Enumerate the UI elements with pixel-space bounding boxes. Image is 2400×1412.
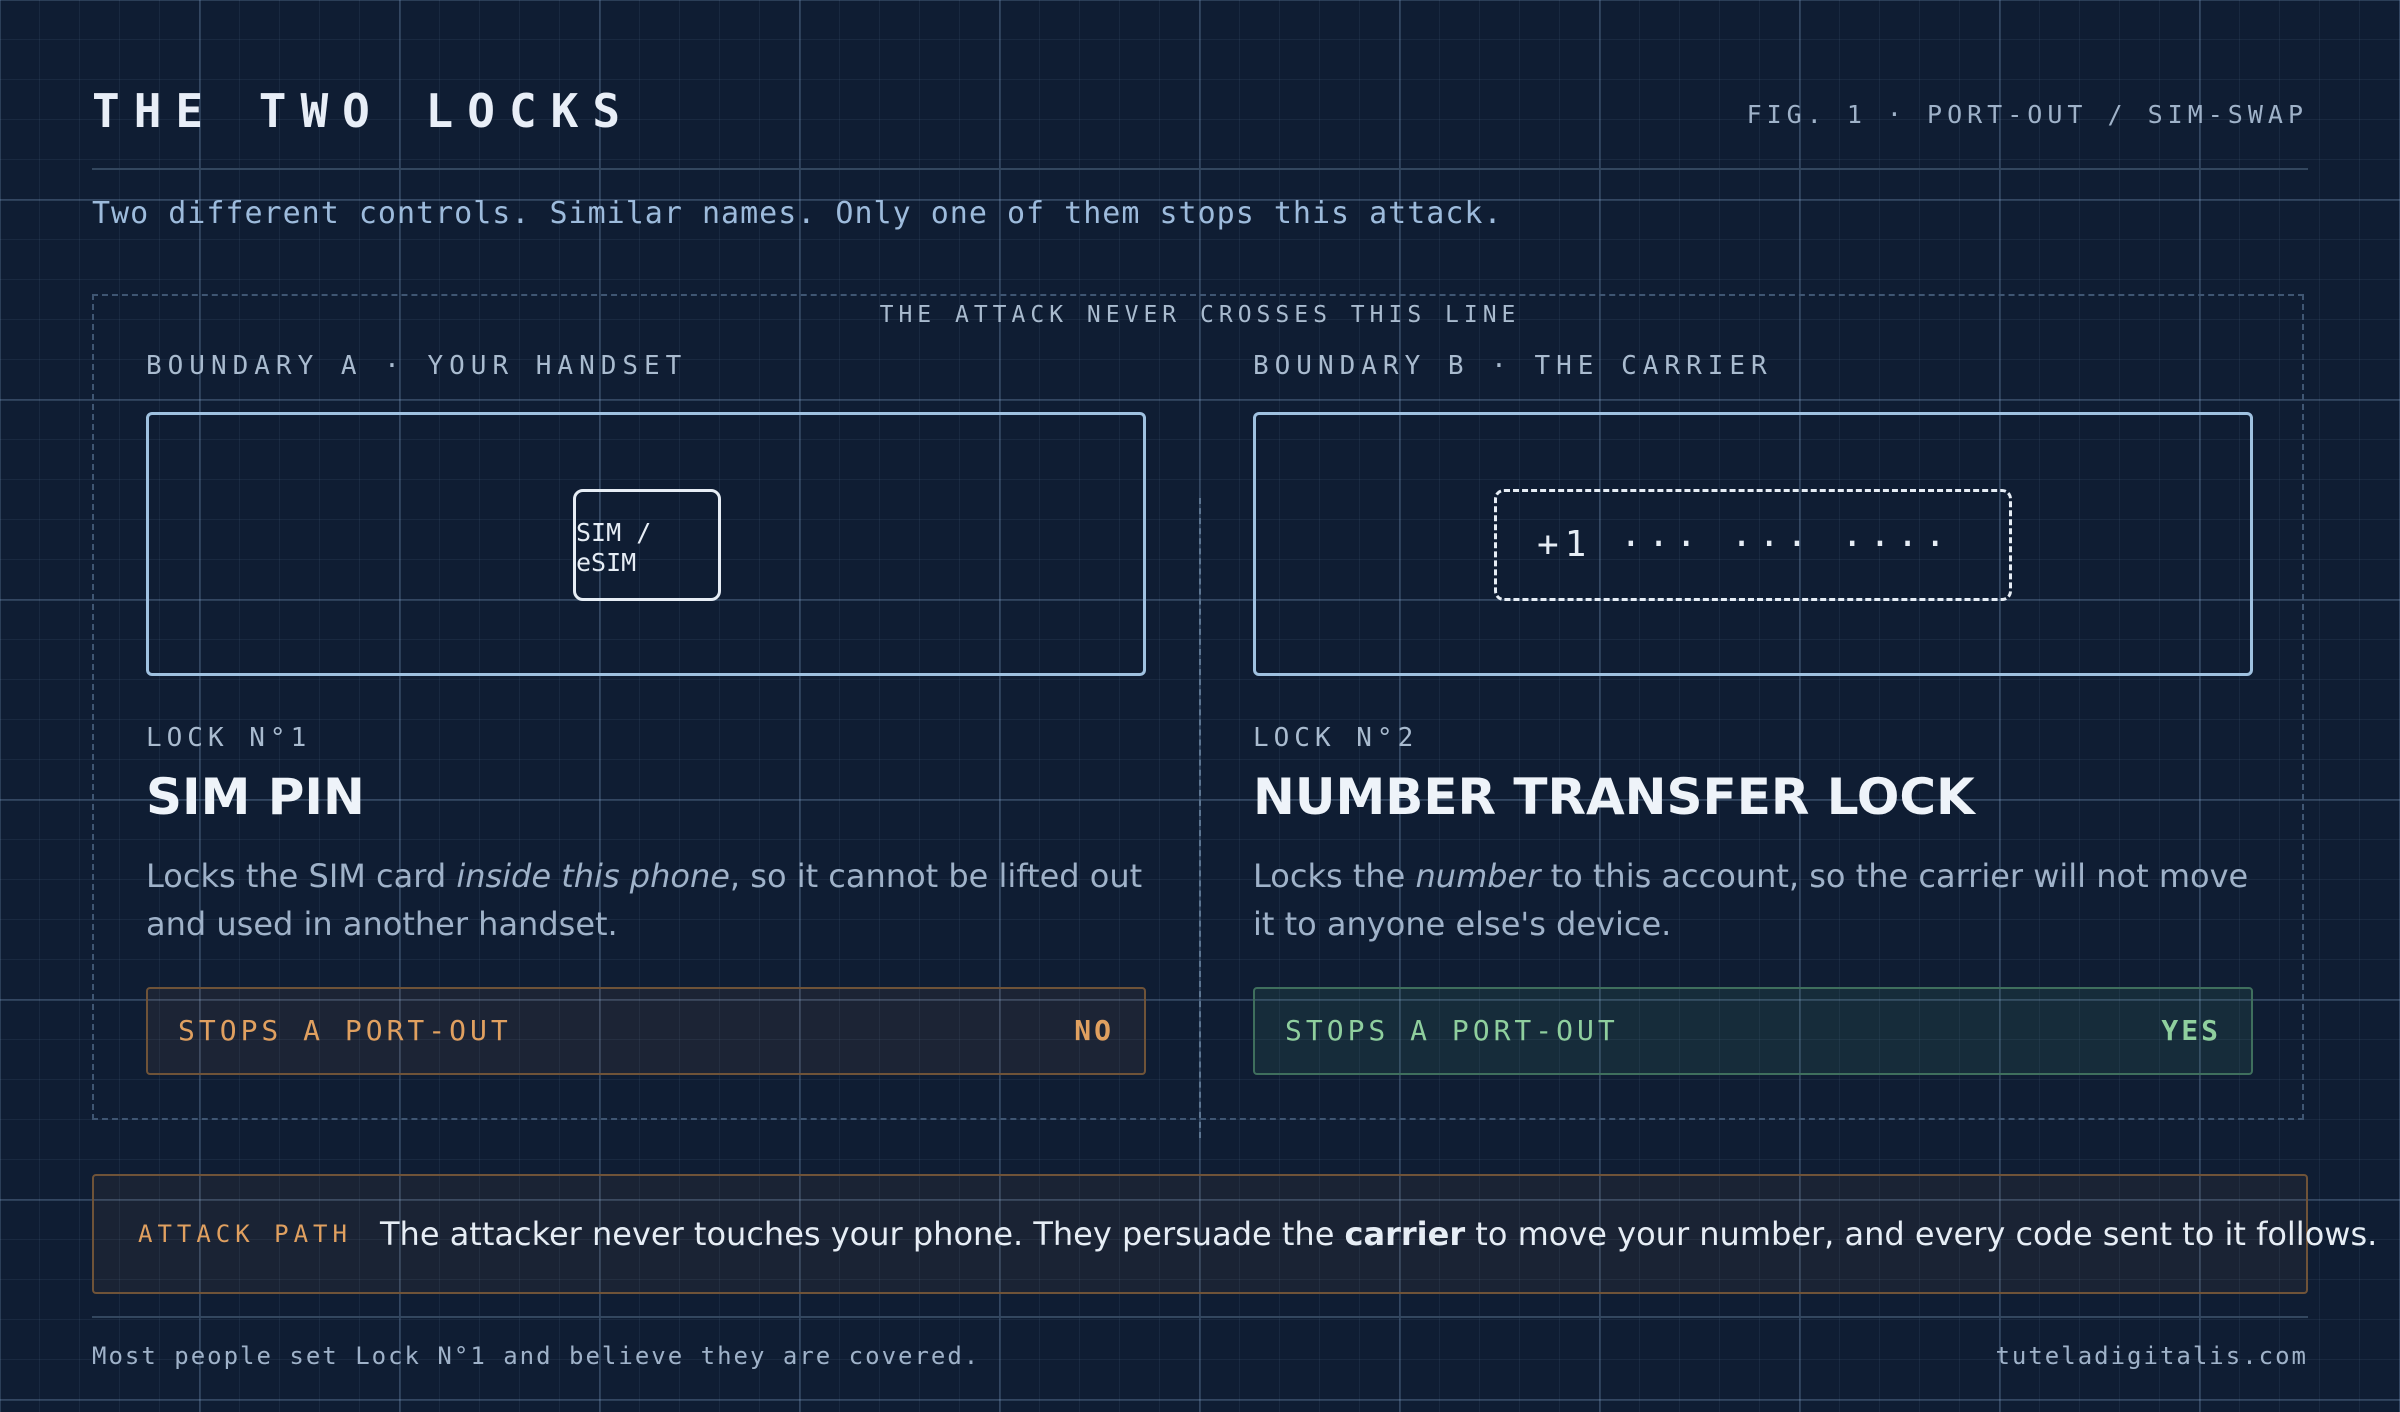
lock-1-stops-value: NO bbox=[1074, 1014, 1114, 1047]
attack-path-text: The attacker never touches your phone. T… bbox=[380, 1176, 2377, 1292]
attack-text-end: to move your number, and every code sent… bbox=[1465, 1215, 2378, 1253]
page-title: THE TWO LOCKS bbox=[92, 84, 635, 138]
attack-path-callout: ATTACK PATH The attacker never touches y… bbox=[92, 1174, 2377, 1294]
lock-2-number: LOCK N°2 bbox=[1253, 723, 1419, 753]
sim-label-line1: SIM / bbox=[576, 518, 652, 547]
boundary-b-label: BOUNDARY B · THE CARRIER bbox=[1253, 351, 1773, 381]
lock-1-desc-start: Locks the SIM card bbox=[146, 857, 457, 895]
boundary-divider-line bbox=[1199, 498, 1201, 1138]
boundary-a-label: BOUNDARY A · YOUR HANDSET bbox=[146, 351, 688, 381]
lock-2-stops-label: STOPS A PORT-OUT bbox=[1285, 1014, 1619, 1047]
lock-1-description: Locks the SIM card inside this phone, so… bbox=[146, 852, 1156, 948]
lock-2-name: NUMBER TRANSFER LOCK bbox=[1253, 768, 1975, 826]
lock-1-name: SIM PIN bbox=[146, 768, 365, 826]
sim-chip-icon: SIM / eSIM bbox=[573, 489, 721, 601]
sim-label-line2: eSIM bbox=[576, 548, 637, 577]
attack-path-label: ATTACK PATH bbox=[138, 1220, 352, 1248]
lock-2-stops-badge: STOPS A PORT-OUT YES bbox=[1253, 987, 2253, 1075]
lock-2-desc-start: Locks the bbox=[1253, 857, 1416, 895]
divider-label: THE ATTACK NEVER CROSSES THIS LINE bbox=[879, 302, 1521, 328]
figure-label: FIG. 1 · PORT-OUT / SIM-SWAP bbox=[1746, 100, 2308, 129]
footer-note: Most people set Lock N°1 and believe the… bbox=[92, 1342, 981, 1370]
lock-1-desc-emphasis: inside this phone bbox=[456, 857, 730, 895]
page-subtitle: Two different controls. Similar names. O… bbox=[92, 196, 1503, 231]
lock-1-number: LOCK N°1 bbox=[146, 723, 312, 753]
attack-text-start: The attacker never touches your phone. T… bbox=[380, 1215, 1345, 1253]
lock-2-description: Locks the number to this account, so the… bbox=[1253, 852, 2263, 948]
phone-number-box: +1 ··· ··· ···· bbox=[1494, 489, 2012, 601]
lock-1-stops-badge: STOPS A PORT-OUT NO bbox=[146, 987, 1146, 1075]
header-divider bbox=[92, 168, 2308, 170]
footer-divider bbox=[92, 1316, 2308, 1318]
footer-site-link[interactable]: tuteladigitalis.com bbox=[1995, 1342, 2308, 1370]
attack-text-bold: carrier bbox=[1344, 1215, 1466, 1253]
lock-2-desc-emphasis: number bbox=[1415, 857, 1541, 895]
lock-1-stops-label: STOPS A PORT-OUT bbox=[178, 1014, 512, 1047]
lock-2-stops-value: YES bbox=[2161, 1014, 2221, 1047]
